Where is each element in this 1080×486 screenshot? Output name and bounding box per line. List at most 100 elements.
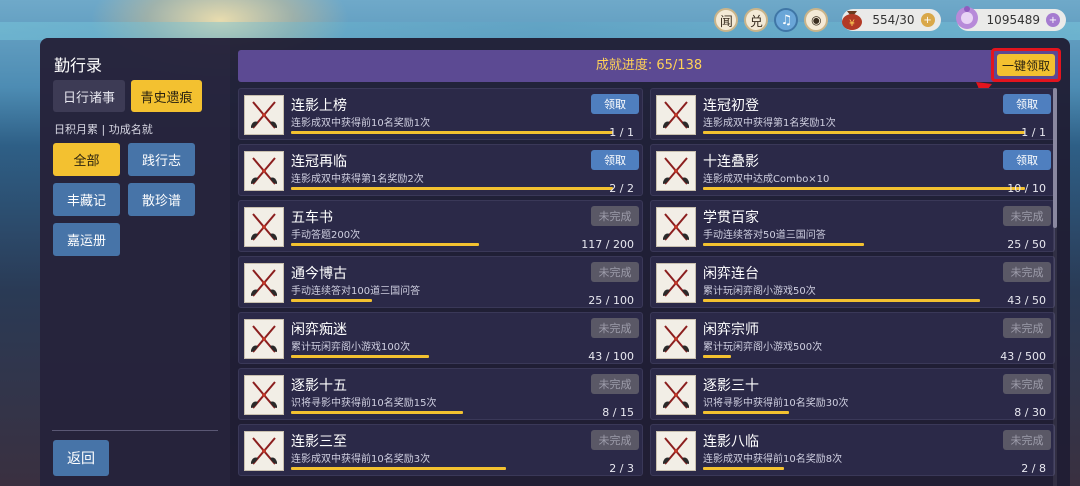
music-note-icon: ♫ [780, 12, 793, 28]
achievement-count: 25 / 50 [1007, 238, 1046, 251]
tab-history[interactable]: 青史遗痕 [131, 80, 202, 112]
achievement-progress-fill [703, 243, 864, 246]
crossed-brushes-icon [244, 263, 284, 303]
achievement-description: 连影成双中达成Combo×10 [703, 174, 830, 185]
achievement-title: 闲弈宗师 [703, 322, 759, 338]
crossed-brushes-icon [656, 375, 696, 415]
claim-button[interactable]: 领取 [591, 150, 639, 170]
achievement-card: 连冠再临连影成双中获得第1名奖励2次 领取 2 / 2 [238, 144, 643, 196]
sidebar-title: 勤行录 [54, 56, 103, 75]
achievement-description: 累计玩闲弈阁小游戏50次 [703, 286, 816, 297]
achievement-title: 逐影十五 [291, 378, 347, 394]
music-toggle-button[interactable]: ♫ [774, 8, 799, 32]
achievement-progress-fill [291, 131, 613, 134]
achievement-description: 连影成双中获得第1名奖励1次 [703, 118, 836, 129]
achievement-description: 连影成双中获得前10名奖励1次 [291, 118, 431, 129]
achievement-title: 连冠再临 [291, 154, 347, 170]
scrollbar-thumb[interactable] [1053, 88, 1057, 228]
add-coins-icon[interactable]: + [1046, 13, 1060, 27]
achievement-count: 43 / 50 [1007, 294, 1046, 307]
achievement-title: 十连叠影 [703, 154, 759, 170]
filter-fortune[interactable]: 嘉运册 [53, 223, 120, 256]
achievement-description: 连影成双中获得前10名奖励8次 [703, 454, 843, 465]
achievement-title: 学贯百家 [703, 210, 759, 226]
claim-all-highlight: 一键领取 [991, 48, 1061, 82]
crossed-brushes-icon [656, 319, 696, 359]
add-stamina-icon[interactable]: + [920, 13, 935, 27]
achievement-title: 连影八临 [703, 434, 759, 450]
claim-button[interactable]: 领取 [591, 94, 639, 114]
filter-treasures[interactable]: 散珍谱 [128, 183, 195, 216]
achievement-card: 逐影十五 识将寻影中获得前10名奖励15次 未完成 8 / 15 [238, 368, 643, 420]
sidebar-subheading: 日积月累 | 功成名就 [54, 123, 153, 136]
claim-all-button[interactable]: 一键领取 [997, 54, 1055, 76]
achievement-progress-fill [703, 411, 789, 414]
achievement-card: 通今博古 手动连续答对100道三国问答 未完成 25 / 100 [238, 256, 643, 308]
achievement-progress-track [703, 131, 1025, 134]
achievement-card: 连影八临 连影成双中获得前10名奖励8次 未完成 2 / 8 [650, 424, 1055, 476]
top-bar: 闻 兑 ♫ ◉ ¥ 554/30 + 1095489 + [714, 6, 1066, 32]
crossed-brushes-icon [656, 207, 696, 247]
achievement-card: 十连叠影连影成双中达成Combo×10 领取 10 / 10 [650, 144, 1055, 196]
claim-button[interactable]: 领取 [1003, 94, 1051, 114]
achievement-title: 连冠初登 [703, 98, 759, 114]
achievement-progress-fill [703, 355, 731, 358]
achievement-panel: 勤行录 日行诸事 青史遗痕 日积月累 | 功成名就 全部 践行志 丰藏记 散珍谱… [40, 38, 1070, 486]
crossed-brushes-icon [244, 95, 284, 135]
incomplete-button: 未完成 [1003, 262, 1051, 282]
achievement-progress-track [291, 187, 613, 190]
tab-daily[interactable]: 日行诸事 [53, 80, 125, 112]
news-button[interactable]: 闻 [714, 8, 739, 32]
incomplete-button: 未完成 [591, 318, 639, 338]
eye-icon: ◉ [811, 13, 822, 27]
achievement-count: 2 / 8 [1021, 462, 1046, 475]
achievement-description: 连影成双中获得第1名奖励2次 [291, 174, 424, 185]
achievement-title: 逐影三十 [703, 378, 759, 394]
achievement-progress-track [703, 243, 1025, 246]
filter-all[interactable]: 全部 [53, 143, 120, 176]
crossed-brushes-icon [244, 319, 284, 359]
achievement-progress-fill [703, 187, 1025, 190]
achievement-card: 闲弈宗师累计玩闲弈阁小游戏500次 未完成 43 / 500 [650, 312, 1055, 364]
achievement-description: 累计玩闲弈阁小游戏500次 [703, 342, 823, 353]
claim-button[interactable]: 领取 [1003, 150, 1051, 170]
crossed-brushes-icon [656, 151, 696, 191]
achievement-count: 2 / 2 [609, 182, 634, 195]
crossed-brushes-icon [244, 151, 284, 191]
exchange-button[interactable]: 兑 [744, 8, 769, 32]
achievement-progress-track [703, 299, 1025, 302]
achievement-list-scrollbar[interactable] [1053, 88, 1057, 486]
crossed-brushes-icon [244, 431, 284, 471]
achievement-count: 1 / 1 [1021, 126, 1046, 139]
achievement-description: 手动连续答对100道三国问答 [291, 286, 421, 297]
visibility-toggle-button[interactable]: ◉ [804, 8, 829, 32]
achievement-description: 手动连续答对50道三国问答 [703, 230, 826, 241]
achievement-progress-track [703, 187, 1025, 190]
achievement-progress-track [291, 243, 613, 246]
achievement-progress-fill [291, 243, 480, 246]
filter-collection[interactable]: 丰藏记 [53, 183, 120, 216]
incomplete-button: 未完成 [591, 262, 639, 282]
achievement-title: 连影三至 [291, 434, 347, 450]
achievement-progress-track [291, 131, 613, 134]
achievement-progress-track [703, 355, 1025, 358]
achievement-title: 五车书 [291, 210, 333, 226]
achievement-description: 连影成双中获得前10名奖励3次 [291, 454, 431, 465]
back-button[interactable]: 返回 [53, 440, 109, 476]
achievement-count: 10 / 10 [1007, 182, 1046, 195]
sidebar-divider [52, 430, 218, 431]
crossed-brushes-icon [244, 375, 284, 415]
achievement-progress-fill [291, 467, 506, 470]
filter-practice[interactable]: 践行志 [128, 143, 195, 176]
coin-value: 1095489 [986, 13, 1040, 27]
achievement-count: 43 / 500 [1000, 350, 1046, 363]
achievement-card: 闲弈痴迷 累计玩闲弈阁小游戏100次 未完成 43 / 100 [238, 312, 643, 364]
achievement-progress-track [703, 411, 1025, 414]
incomplete-button: 未完成 [1003, 318, 1051, 338]
achievement-progress-track [291, 467, 613, 470]
achievement-count: 8 / 30 [1014, 406, 1046, 419]
achievement-description: 识将寻影中获得前10名奖励30次 [703, 398, 849, 409]
achievement-count: 1 / 1 [609, 126, 634, 139]
incomplete-button: 未完成 [1003, 206, 1051, 226]
achievement-card: 连影三至 连影成双中获得前10名奖励3次 未完成 2 / 3 [238, 424, 643, 476]
